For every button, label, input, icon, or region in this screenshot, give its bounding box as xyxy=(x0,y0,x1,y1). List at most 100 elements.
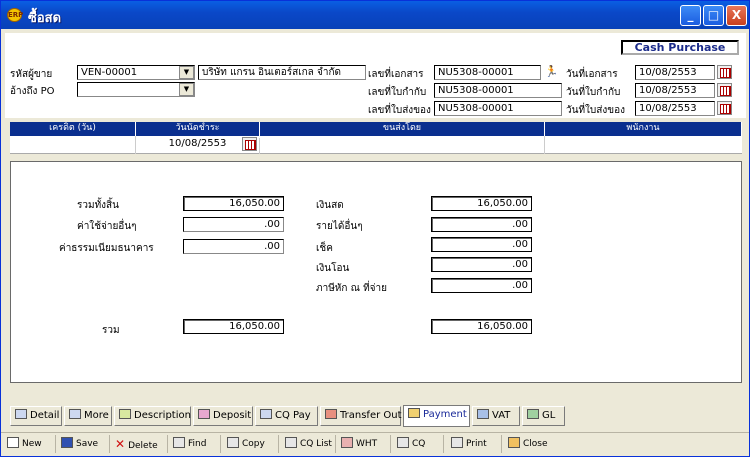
grid-header-credit[interactable]: เครดิต (วัน) xyxy=(10,122,136,136)
calendar-icon[interactable] xyxy=(717,83,732,97)
separator xyxy=(167,435,168,453)
new-button[interactable]: New xyxy=(7,434,42,454)
separator xyxy=(501,435,502,453)
transfer-out-icon xyxy=(325,409,337,419)
tax-no-label: เลขที่ใบกำกับ xyxy=(368,87,427,98)
grid-header-employee[interactable]: พนักงาน xyxy=(545,122,742,136)
separator xyxy=(278,435,279,453)
tab-gl[interactable]: GL xyxy=(522,406,565,426)
grid-header-ship-by[interactable]: ขนส่งโดย xyxy=(260,122,545,136)
copy-icon xyxy=(227,437,239,448)
cheque-label: เช็ค xyxy=(316,243,333,254)
calendar-icon[interactable] xyxy=(717,101,732,115)
tab-cq-pay[interactable]: CQ Pay xyxy=(255,406,318,426)
wht-icon xyxy=(341,437,353,448)
running-man-icon[interactable]: 🏃 xyxy=(544,65,559,80)
wht-button[interactable]: WHT xyxy=(341,434,377,454)
calendar-icon[interactable] xyxy=(242,137,257,151)
save-icon xyxy=(61,437,73,448)
total-field[interactable]: 16,050.00 xyxy=(183,196,284,211)
vendor-name-field[interactable]: บริษัท แกรน อินเตอร์สเกล จำกัด xyxy=(198,65,366,80)
doc-date-label: วันที่เอกสาร xyxy=(566,69,618,80)
transfer-label: เงินโอน xyxy=(316,263,350,274)
cq-list-icon xyxy=(285,437,297,448)
dn-no-field[interactable]: NU5308-00001 xyxy=(434,101,562,116)
separator xyxy=(220,435,221,453)
close-button[interactable]: Close xyxy=(508,434,548,454)
grid-header-due-date[interactable]: วันนัดชำระ xyxy=(136,122,260,136)
window-title: ซื้อสด xyxy=(28,11,62,26)
doc-no-label: เลขที่เอกสาร xyxy=(368,69,424,80)
cq-pay-icon xyxy=(260,409,272,419)
wht-label: ภาษีหัก ณ ที่จ่าย xyxy=(316,283,388,294)
delete-button[interactable]: ✕ Delete xyxy=(115,434,158,454)
grid-cell-credit[interactable] xyxy=(10,136,136,154)
separator xyxy=(390,435,391,453)
cq-list-button[interactable]: CQ List xyxy=(285,434,332,454)
tab-deposit[interactable]: Deposit xyxy=(193,406,253,426)
cheque-field[interactable]: .00 xyxy=(431,237,532,252)
tab-detail[interactable]: Detail xyxy=(10,406,62,426)
other-expense-field[interactable]: .00 xyxy=(183,217,284,232)
bank-fee-label: ค่าธรรมเนียมธนาคาร xyxy=(59,243,154,254)
sum-label: รวม xyxy=(102,325,120,336)
maximize-button[interactable]: □ xyxy=(703,5,724,26)
tab-more[interactable]: More xyxy=(64,406,112,426)
grid-cell-ship-by[interactable] xyxy=(260,136,545,154)
cash-purchase-badge: Cash Purchase xyxy=(621,40,739,55)
bank-fee-field[interactable]: .00 xyxy=(183,239,284,254)
find-button[interactable]: Find xyxy=(173,434,206,454)
tab-payment[interactable]: Payment xyxy=(403,405,470,427)
close-door-icon xyxy=(508,437,520,448)
separator xyxy=(55,435,56,453)
vendor-dropdown-icon[interactable]: ▼ xyxy=(179,66,194,79)
separator xyxy=(443,435,444,453)
other-income-field[interactable]: .00 xyxy=(431,217,532,232)
po-ref-label: อ้างถึง PO xyxy=(10,86,55,97)
calendar-icon[interactable] xyxy=(717,65,732,79)
sum-right-field[interactable]: 16,050.00 xyxy=(431,319,532,334)
separator xyxy=(109,435,110,453)
separator xyxy=(335,435,336,453)
other-expense-label: ค่าใช้จ่ายอื่นๆ xyxy=(77,221,137,232)
title-bar[interactable]: ERP ซื้อสด _ □ X xyxy=(1,1,749,29)
transfer-field[interactable]: .00 xyxy=(431,257,532,272)
tax-date-field[interactable]: 10/08/2553 xyxy=(635,83,715,98)
cash-field[interactable]: 16,050.00 xyxy=(431,196,532,211)
delete-icon: ✕ xyxy=(115,437,126,451)
print-button[interactable]: Print xyxy=(451,434,487,454)
tab-description[interactable]: Description xyxy=(114,406,191,426)
cash-label: เงินสด xyxy=(316,200,344,211)
po-ref-field[interactable] xyxy=(77,82,195,97)
doc-date-field[interactable]: 10/08/2553 xyxy=(635,65,715,80)
description-icon xyxy=(119,409,131,419)
app-icon: ERP xyxy=(7,8,23,22)
dn-date-label: วันที่ใบส่งของ xyxy=(566,105,625,116)
tab-transfer-out[interactable]: Transfer Out xyxy=(320,406,402,426)
dn-date-field[interactable]: 10/08/2553 xyxy=(635,101,715,116)
grid-row[interactable]: 10/08/2553 xyxy=(10,136,742,154)
vat-icon xyxy=(477,409,489,419)
grid-cell-employee[interactable] xyxy=(545,136,742,154)
toolbar-divider xyxy=(1,432,749,433)
minimize-button[interactable]: _ xyxy=(680,5,701,26)
sum-left-field[interactable]: 16,050.00 xyxy=(183,319,284,334)
close-window-button[interactable]: X xyxy=(726,5,747,26)
po-dropdown-icon[interactable]: ▼ xyxy=(179,83,194,96)
vendor-code-field[interactable]: VEN-00001 xyxy=(77,65,195,80)
copy-button[interactable]: Copy xyxy=(227,434,265,454)
cq-button[interactable]: CQ xyxy=(397,434,425,454)
find-icon xyxy=(173,437,185,448)
tax-no-field[interactable]: NU5308-00001 xyxy=(434,83,562,98)
dn-no-label: เลขที่ใบส่งของ xyxy=(368,105,431,116)
other-income-label: รายได้อื่นๆ xyxy=(316,221,363,232)
payment-panel xyxy=(10,161,742,383)
save-button[interactable]: Save xyxy=(61,434,98,454)
tab-vat[interactable]: VAT xyxy=(472,406,520,426)
new-icon xyxy=(7,437,19,448)
doc-no-field[interactable]: NU5308-00001 xyxy=(434,65,541,80)
gl-icon xyxy=(527,409,539,419)
total-label: รวมทั้งสิ้น xyxy=(77,200,119,211)
wht-field[interactable]: .00 xyxy=(431,278,532,293)
more-icon xyxy=(69,409,81,419)
